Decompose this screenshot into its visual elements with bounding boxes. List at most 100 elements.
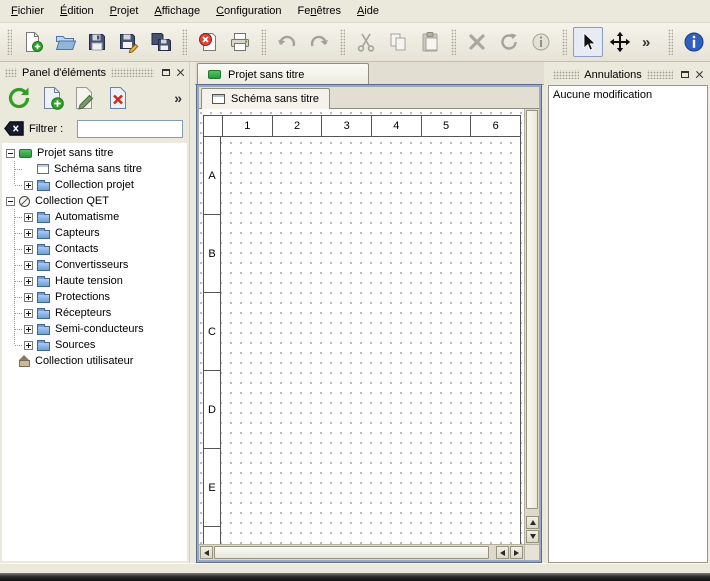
tree-item-convertisseurs[interactable]: Convertisseurs [2, 257, 187, 273]
save-button[interactable] [82, 27, 112, 57]
tree-expander-plus-icon[interactable] [24, 213, 33, 222]
tree-expander-plus-icon[interactable] [24, 325, 33, 334]
tree-expander-plus-icon[interactable] [24, 245, 33, 254]
element-tree[interactable]: Projet sans titreSchéma sans titreCollec… [2, 143, 187, 561]
redo-button[interactable] [304, 27, 334, 57]
rotate-button[interactable] [494, 27, 524, 57]
tree-expander-plus-icon[interactable] [24, 309, 33, 318]
dock-close-button[interactable] [693, 68, 706, 81]
toolbar-overflow-chevron[interactable]: » [638, 34, 654, 51]
panel-overflow-chevron[interactable]: » [171, 90, 185, 106]
paste-button[interactable] [415, 27, 445, 57]
tree-guide [6, 289, 24, 305]
scroll-left-button-2[interactable] [496, 546, 509, 559]
tree-item-automatisme[interactable]: Automatisme [2, 209, 187, 225]
tree-item-protections[interactable]: Protections [2, 289, 187, 305]
tree-item-haute-tension[interactable]: Haute tension [2, 273, 187, 289]
toolbar-drag-handle[interactable] [668, 29, 673, 55]
diagram-canvas[interactable]: 123456 ABCDE [199, 109, 524, 544]
tree-expander-minus-icon[interactable] [6, 197, 15, 206]
tab-projet-sans-titre[interactable]: Projet sans titre [197, 63, 369, 85]
tree-expander-plus-icon[interactable] [24, 181, 33, 190]
menu-fichier[interactable]: Fichier [3, 0, 52, 22]
folder-icon [37, 278, 50, 287]
save-as-button[interactable] [114, 27, 144, 57]
tree-expander-plus-icon[interactable] [24, 293, 33, 302]
open-document-button[interactable] [50, 27, 80, 57]
toolbar-drag-handle[interactable] [261, 29, 266, 55]
save-all-button[interactable] [146, 27, 176, 57]
tab-schema-sans-titre[interactable]: Schéma sans titre [201, 88, 330, 109]
tree-item-collection-qet[interactable]: Collection QET [2, 193, 187, 209]
diagram-border [520, 137, 521, 544]
about-info-button[interactable] [679, 27, 709, 57]
element-infos-button[interactable] [526, 27, 556, 57]
menu-projet[interactable]: Projet [102, 0, 147, 22]
scrollbar-track[interactable] [490, 546, 495, 559]
info-blue-icon [683, 31, 705, 53]
tree-expander-plus-icon[interactable] [24, 341, 33, 350]
dock-close-button[interactable] [174, 66, 187, 79]
tree-item-collection-projet[interactable]: Collection projet [2, 177, 187, 193]
scroll-up-button[interactable] [526, 516, 539, 529]
filter-input[interactable] [77, 120, 183, 138]
dock-handle-dots [5, 68, 17, 77]
scrollbar-corner [524, 544, 539, 560]
tree-expander-plus-icon[interactable] [24, 277, 33, 286]
column-header-label: 2 [272, 116, 322, 136]
undo-list[interactable]: Aucune modification [548, 85, 708, 563]
delete-button[interactable] [462, 27, 492, 57]
tree-item-sources[interactable]: Sources [2, 337, 187, 353]
menu-configuration[interactable]: Configuration [208, 0, 289, 22]
cut-button[interactable] [351, 27, 381, 57]
undo-panel-titlebar[interactable]: Annulations [550, 67, 706, 82]
project-view: Projet sans titre Schéma sans titre 1234… [195, 62, 544, 563]
toolbar-drag-handle[interactable] [182, 29, 187, 55]
menu-affichage[interactable]: Affichage [146, 0, 208, 22]
menu-edition[interactable]: Édition [52, 0, 102, 22]
vertical-scrollbar[interactable] [524, 109, 539, 544]
print-button[interactable] [225, 27, 255, 57]
select-mode-button[interactable] [573, 27, 603, 57]
folder-icon [37, 214, 50, 223]
elements-panel-titlebar[interactable]: Panel d'éléments [2, 65, 187, 80]
toolbar-drag-handle[interactable] [340, 29, 345, 55]
clear-filter-button[interactable] [4, 121, 24, 136]
tree-item-schema-sans-titre[interactable]: Schéma sans titre [2, 161, 187, 177]
main-toolbar: » [0, 23, 710, 62]
copy-button[interactable] [383, 27, 413, 57]
scroll-down-button[interactable] [526, 530, 539, 543]
vertical-scrollbar-thumb[interactable] [526, 110, 538, 509]
scrollbar-track[interactable] [526, 510, 538, 515]
horizontal-scrollbar-thumb[interactable] [214, 546, 489, 559]
delete-element-button[interactable] [103, 83, 133, 113]
scroll-left-button[interactable] [200, 546, 213, 559]
edit-element-button[interactable] [70, 83, 100, 113]
menu-aide[interactable]: Aide [349, 0, 387, 22]
new-element-button[interactable] [37, 83, 67, 113]
scroll-right-button[interactable] [510, 546, 523, 559]
new-document-button[interactable] [18, 27, 48, 57]
tree-item-recepteurs[interactable]: Récepteurs [2, 305, 187, 321]
move-mode-button[interactable] [605, 27, 635, 57]
tree-item-projet-sans-titre[interactable]: Projet sans titre [2, 145, 187, 161]
reload-collections-button[interactable] [4, 83, 34, 113]
tree-item-capteurs[interactable]: Capteurs [2, 225, 187, 241]
tree-item-contacts[interactable]: Contacts [2, 241, 187, 257]
tree-expander-plus-icon[interactable] [24, 261, 33, 270]
toolbar-drag-handle[interactable] [562, 29, 567, 55]
tree-expander-minus-icon[interactable] [6, 149, 15, 158]
menu-fenetres[interactable]: Fenêtres [290, 0, 349, 22]
dock-float-button[interactable] [678, 68, 691, 81]
close-file-button[interactable] [193, 27, 223, 57]
tree-item-semi-conducteurs[interactable]: Semi-conducteurs [2, 321, 187, 337]
dock-float-button[interactable] [159, 66, 172, 79]
toolbar-drag-handle[interactable] [7, 29, 12, 55]
horizontal-scrollbar[interactable] [199, 544, 524, 560]
toolbar-drag-handle[interactable] [451, 29, 456, 55]
new-document-icon [22, 31, 44, 53]
tree-expander-plus-icon[interactable] [24, 229, 33, 238]
undo-button[interactable] [272, 27, 302, 57]
folder-icon [37, 310, 50, 319]
tree-item-collection-utilisateur[interactable]: Collection utilisateur [2, 353, 187, 369]
